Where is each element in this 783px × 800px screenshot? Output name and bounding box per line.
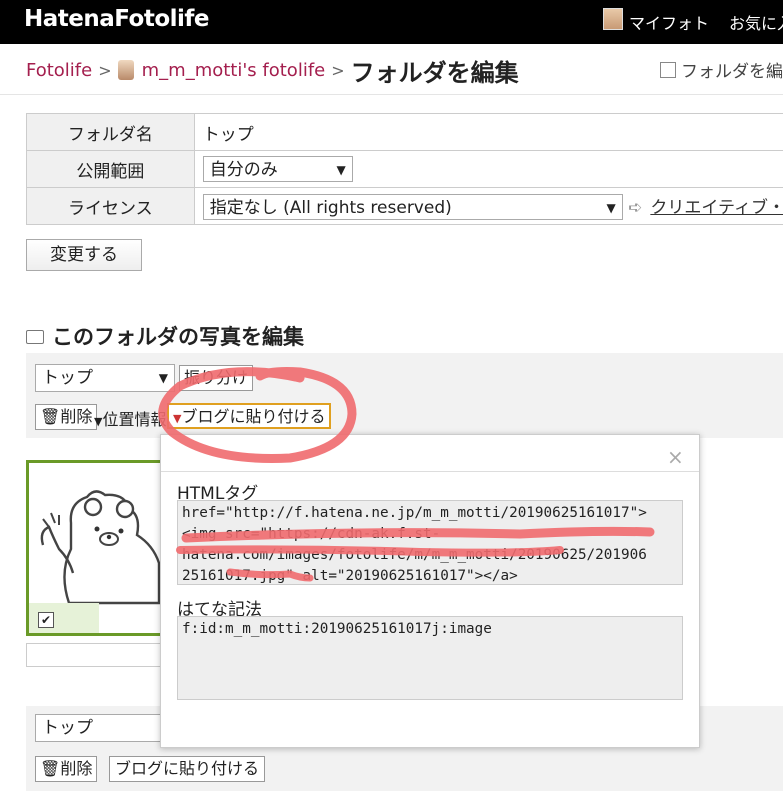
divider — [0, 94, 783, 95]
chevron-down-icon: ▼ — [606, 200, 616, 215]
location-button[interactable]: ▼位置情報 — [94, 406, 166, 430]
favorites-link[interactable]: お気に入 — [729, 10, 783, 34]
section-title: このフォルダの写真を編集 — [26, 321, 304, 351]
change-button[interactable]: 変更する — [26, 239, 142, 271]
folder-name-input[interactable]: トップ — [193, 113, 783, 151]
myfoto-link[interactable]: マイフォト — [629, 10, 709, 34]
photo-thumbnail[interactable] — [26, 460, 164, 636]
arrow-right-icon: ➪ — [628, 197, 643, 218]
move-folder-select[interactable]: トップ ▼ — [35, 364, 175, 392]
trash-icon: 🗑 — [40, 407, 61, 426]
breadcrumb: Fotolife > m_m_motti's fotolife > フォルダを編… — [26, 55, 519, 87]
user-avatar[interactable] — [603, 8, 623, 30]
photo-toolbar-top: トップ ▼ 振り分け 🗑削除 ▼位置情報 ▼ブログに貼り付ける — [26, 353, 783, 438]
blog-paste-button-bottom[interactable]: ブログに貼り付ける — [109, 756, 266, 782]
delete-button-bottom[interactable]: 🗑削除 — [35, 756, 98, 782]
folder-icon — [26, 330, 44, 344]
popup-divider — [161, 471, 699, 472]
bear-illustration — [29, 463, 161, 633]
close-icon[interactable]: × — [667, 445, 684, 469]
edit-folder-link[interactable]: フォルダを編集 — [660, 57, 783, 82]
user-mini-avatar — [117, 60, 134, 80]
move-folder-select-bottom[interactable]: トップ — [35, 714, 175, 742]
folder-name-label: フォルダ名 — [26, 113, 195, 151]
blog-paste-label: ブログに貼り付ける — [181, 407, 326, 426]
move-folder-value: トップ — [42, 368, 93, 388]
breadcrumb-user[interactable]: m_m_motti's fotolife — [142, 60, 326, 81]
license-value: 指定なし (All rights reserved) — [209, 197, 452, 218]
list-icon — [660, 62, 676, 78]
license-select[interactable]: 指定なし (All rights reserved) ▼ — [202, 193, 623, 220]
delete-label: 削除 — [60, 407, 93, 426]
visibility-label: 公開範囲 — [26, 150, 195, 188]
blog-paste-button[interactable]: ▼ブログに貼り付ける — [167, 403, 332, 429]
hatena-notation-textarea[interactable]: f:id:m_m_motti:20190625161017j:image — [177, 616, 683, 700]
license-label: ライセンス — [26, 187, 195, 225]
location-label: 位置情報 — [102, 410, 167, 429]
chevron-down-icon: ▼ — [336, 163, 346, 177]
visibility-select[interactable]: 自分のみ ▼ — [202, 156, 353, 182]
delete-button[interactable]: 🗑削除 — [35, 404, 98, 430]
sort-button[interactable]: 振り分け — [179, 365, 254, 391]
page-title: フォルダを編集 — [350, 58, 519, 87]
hatena-fotolife-logo[interactable]: HatenaFotolife — [24, 6, 210, 32]
trash-icon: 🗑 — [40, 759, 61, 778]
chevron-down-icon: ▼ — [158, 371, 168, 385]
photo-caption-field[interactable] — [26, 643, 164, 667]
creative-commons-link[interactable]: クリエイティブ・ — [650, 198, 783, 218]
breadcrumb-separator: > — [98, 60, 112, 80]
move-folder-value: トップ — [42, 718, 93, 738]
blog-paste-popup: × HTMLタグ href="http://f.hatena.ne.jp/m_m… — [160, 434, 700, 748]
breadcrumb-separator: > — [331, 60, 345, 80]
breadcrumb-fotolife[interactable]: Fotolife — [26, 60, 92, 81]
html-tag-textarea[interactable]: href="http://f.hatena.ne.jp/m_m_motti/20… — [177, 500, 683, 585]
photo-checkbox[interactable]: ✔ — [38, 612, 54, 628]
edit-folder-label: フォルダを編集 — [681, 62, 783, 82]
section-title-text: このフォルダの写真を編集 — [52, 325, 304, 349]
delete-label: 削除 — [60, 759, 93, 778]
folder-settings-table: フォルダ名 トップ 公開範囲 自分のみ ▼ ライセンス 指定なし (All ri… — [26, 113, 783, 225]
visibility-value: 自分のみ — [209, 160, 278, 180]
